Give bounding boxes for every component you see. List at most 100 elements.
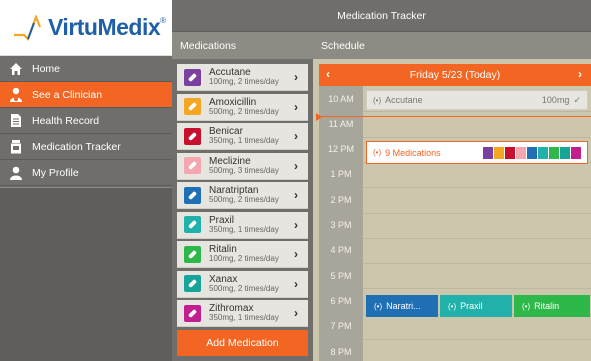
next-day-button[interactable]: › — [578, 67, 582, 81]
nav-item-medication-tracker[interactable]: Medication Tracker — [0, 134, 172, 160]
medication-dose: 350mg, 1 times/day — [209, 224, 279, 234]
user-icon — [8, 165, 24, 181]
chevron-right-icon: › — [294, 217, 298, 232]
chevron-right-icon: › — [294, 158, 298, 173]
schedule-panel: Schedule ‹ Friday 5/23 (Today) › 10 AM 11… — [313, 32, 591, 361]
pill-icon — [184, 186, 201, 204]
page-title: Medication Tracker — [172, 0, 591, 32]
time-slot-label: 3 PM — [330, 220, 352, 230]
medication-swatch — [516, 146, 526, 159]
prev-day-button[interactable]: ‹ — [326, 67, 330, 81]
signal-icon: (•) — [522, 301, 531, 311]
nav-item-my-profile[interactable]: My Profile — [0, 160, 172, 186]
medication-name: Meclizine — [209, 155, 251, 167]
logo-text: VirtuMedix® — [48, 14, 166, 40]
nav-label: Health Record — [32, 114, 100, 127]
medication-dose: 350mg, 1 times/day — [209, 136, 279, 145]
pill-icon — [184, 275, 201, 292]
schedule-event[interactable]: (•) Ritalin — [514, 295, 590, 317]
medication-item[interactable]: Xanax 500mg, 2 times/day › — [177, 270, 308, 298]
medication-item[interactable]: Meclizine 500mg, 3 times/day › — [177, 152, 308, 180]
medication-name: Xanax — [209, 273, 238, 285]
medication-text: Zithromax 350mg, 1 times/day — [209, 303, 294, 323]
chevron-right-icon: › — [294, 188, 298, 202]
medication-item[interactable]: Zithromax 350mg, 1 times/day › — [177, 300, 308, 327]
document-icon — [8, 113, 24, 129]
pill-icon — [184, 98, 201, 115]
medication-item[interactable]: Praxil 350mg, 1 times/day › — [177, 211, 308, 239]
clinician-icon — [8, 87, 24, 103]
chevron-right-icon: › — [294, 306, 298, 320]
schedule-event[interactable]: (•) Praxil — [440, 295, 512, 317]
medications-panel: Medications Accutane 100mg, 2 times/day › A… — [172, 32, 313, 361]
grid-line — [363, 339, 591, 340]
nav-label: Home — [32, 62, 61, 75]
event-label: 9 Medications — [385, 147, 441, 158]
pill-icon — [184, 157, 201, 174]
sidebar-empty-area — [0, 187, 172, 361]
event-dose: 100mg — [541, 95, 570, 105]
medication-name: Amoxicillin — [209, 96, 257, 108]
sidebar: VirtuMedix® Home See a Clinician Health … — [0, 0, 172, 361]
schedule-event-accutane[interactable]: (•) Accutane 100mg ✓ — [366, 90, 588, 110]
medication-name: Benicar — [209, 126, 243, 137]
grid-line — [363, 288, 591, 290]
nav-item-health-record[interactable]: Health Record — [0, 108, 172, 134]
current-time-line — [319, 116, 591, 117]
add-medication-button[interactable]: Add Medication — [177, 330, 308, 356]
pill-icon — [184, 304, 201, 322]
medication-item[interactable]: Ritalin 100mg, 2 times/day › — [177, 241, 308, 268]
medication-text: Ritalin 100mg, 2 times/day — [209, 244, 294, 264]
medication-name: Zithromax — [209, 303, 254, 314]
current-time-marker-icon — [316, 113, 322, 121]
medication-text: Accutane 100mg, 2 times/day — [209, 68, 294, 87]
medication-dose: 100mg, 2 times/day — [209, 77, 279, 86]
time-slot-label: 2 PM — [330, 194, 352, 205]
schedule-event[interactable]: (•) Naratri... — [366, 295, 438, 317]
signal-icon: (•) — [373, 95, 382, 105]
nav-item-home[interactable]: Home — [0, 56, 172, 82]
nav-label: My Profile — [32, 166, 79, 179]
chevron-right-icon: › — [294, 129, 298, 143]
home-icon — [8, 61, 24, 77]
medication-item[interactable]: Amoxicillin 500mg, 2 times/day › — [177, 93, 308, 121]
chevron-right-icon: › — [294, 70, 298, 84]
logo[interactable]: VirtuMedix® — [0, 0, 172, 56]
medication-dose: 500mg, 2 times/day — [209, 106, 279, 116]
signal-icon: (•) — [373, 148, 382, 157]
schedule-event-multiple[interactable]: (•) 9 Medications — [366, 141, 588, 164]
medication-item[interactable]: Naratriptan 500mg, 2 times/day › — [177, 182, 308, 209]
time-slot-label: 1 PM — [330, 169, 352, 180]
current-day-label: Friday 5/23 (Today) — [409, 69, 501, 81]
medication-swatch — [527, 146, 537, 159]
medication-text: Amoxicillin 500mg, 2 times/day — [209, 96, 294, 116]
time-slot-label: 5 PM — [330, 270, 352, 281]
day-selector: ‹ Friday 5/23 (Today) › — [319, 64, 591, 86]
nav-item-see-a-clinician[interactable]: See a Clinician — [0, 82, 172, 108]
medication-name: Naratriptan — [209, 185, 259, 196]
medication-item[interactable]: Accutane 100mg, 2 times/day › — [177, 64, 308, 91]
grid-line — [363, 212, 591, 214]
time-slot-label: 8 PM — [330, 346, 352, 357]
medication-swatch — [494, 146, 504, 159]
medication-text: Praxil 350mg, 1 times/day — [209, 215, 294, 234]
pill-icon — [184, 216, 201, 233]
medication-swatch — [505, 146, 515, 159]
medication-text: Xanax 500mg, 2 times/day — [209, 273, 294, 293]
chevron-right-icon: › — [294, 276, 298, 291]
medication-name: Ritalin — [209, 244, 237, 255]
time-slot-label: 10 AM — [328, 93, 354, 104]
medication-item[interactable]: Benicar 350mg, 1 times/day › — [177, 123, 308, 150]
medication-swatch — [560, 146, 570, 159]
medication-text: Meclizine 500mg, 3 times/day — [209, 155, 294, 175]
medication-swatch — [549, 146, 559, 159]
event-label: Accutane — [385, 95, 423, 105]
signal-icon: (•) — [448, 301, 457, 311]
medication-text: Naratriptan 500mg, 2 times/day — [209, 185, 294, 205]
medication-swatches — [482, 146, 581, 159]
medication-swatch — [538, 146, 548, 159]
nav-label: Medication Tracker — [32, 140, 121, 153]
logo-mark-icon — [14, 14, 42, 41]
medication-dose: 100mg, 2 times/day — [209, 254, 279, 263]
grid-line — [363, 111, 591, 113]
